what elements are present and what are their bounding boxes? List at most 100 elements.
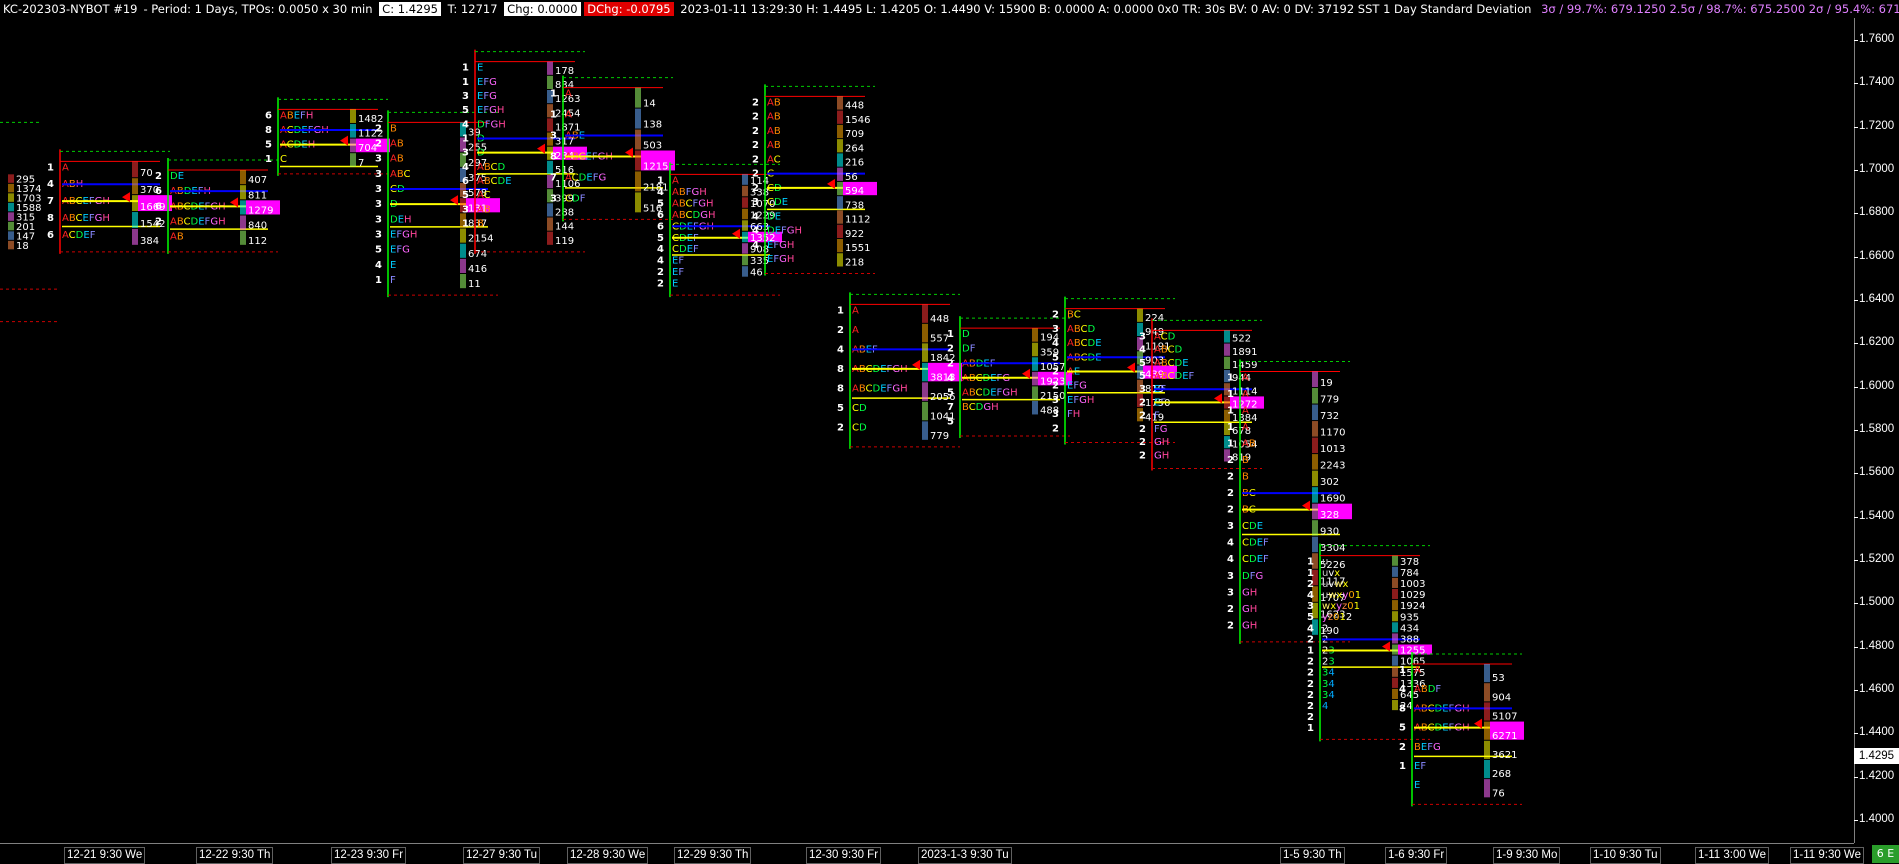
volume-box xyxy=(547,203,553,217)
price-tick: 1.7400 xyxy=(1853,76,1895,89)
tpo-letters: CD xyxy=(852,422,867,433)
session-profile[interactable]: 14786AABHABCEFGHABCEFGHACDEF703701669154… xyxy=(8,149,172,254)
tpo-letters: ABCDE xyxy=(477,176,512,187)
tpo-count: 2 xyxy=(947,344,954,355)
volume-box xyxy=(742,208,748,220)
tpo-count: 3 xyxy=(1052,409,1059,420)
tpo-count: 5 xyxy=(1307,612,1314,623)
tpo-count: 2 xyxy=(1052,381,1059,392)
tpo-letters: BCDGH xyxy=(962,402,999,413)
volume-box xyxy=(837,238,843,253)
volume-box xyxy=(350,109,356,123)
tpo-count: 2 xyxy=(752,140,759,151)
volume-label: 328 xyxy=(1320,510,1339,521)
session-date-label: 12-21 9:30 We xyxy=(64,847,146,864)
volume-box xyxy=(460,258,466,273)
tpo-letters: A xyxy=(565,110,572,121)
volume-box xyxy=(1312,421,1318,437)
volume-label: 14 xyxy=(643,99,656,110)
price-tick: 1.5800 xyxy=(1853,423,1895,435)
volume-label: 1551 xyxy=(845,243,870,254)
tpo-count: 1 xyxy=(1227,439,1234,450)
tpo-count: 5 xyxy=(837,403,844,414)
volume-label: 1891 xyxy=(1232,347,1257,358)
volume-box xyxy=(1392,633,1398,644)
volume-box xyxy=(837,253,843,267)
tpo-letters: ABC xyxy=(390,169,411,180)
volume-label: 112 xyxy=(248,236,267,247)
session-profile[interactable]: 1248852AAABEFABCDEFGHABCDEFGHCDCD4485571… xyxy=(837,292,962,449)
tpo-letters: uvx xyxy=(1322,568,1340,579)
session-date-label: 12-28 9:30 We xyxy=(567,847,649,864)
volume-box xyxy=(837,110,843,124)
volume-label: 922 xyxy=(845,229,864,240)
volume-box xyxy=(132,195,138,212)
tpo-count: 3 xyxy=(462,91,469,102)
volume-box xyxy=(837,139,843,153)
volume-label: 811 xyxy=(248,190,267,201)
volume-label: 1279 xyxy=(248,206,273,217)
tpo-count: 1 xyxy=(1227,406,1234,417)
tpo-count: 4 xyxy=(375,260,382,271)
tpo-count: 3 xyxy=(1139,384,1146,395)
tpo-count: 3 xyxy=(375,169,382,180)
volume-label: 76 xyxy=(1492,788,1505,799)
session-date-label: 1-11 3:00 We xyxy=(1695,847,1769,864)
volume-label: 2243 xyxy=(1320,461,1345,472)
volume-label: 1003 xyxy=(1400,579,1425,590)
price-tick: 1.5400 xyxy=(1853,509,1895,522)
tpo-count: 2 xyxy=(1307,701,1314,712)
tpo-letters: 34 xyxy=(1322,668,1335,679)
tpo-letters: GH xyxy=(1242,587,1257,598)
tpo-count: 3 xyxy=(375,214,382,225)
session-profile[interactable]: 2662DEABDEFHABCDEFGHABCDEFGHAB4078111279… xyxy=(155,158,280,254)
volume-box xyxy=(1032,342,1038,357)
tpo-letters: EF xyxy=(672,267,684,278)
tpo-count: 1 xyxy=(462,219,469,230)
tpo-count: 4 xyxy=(462,119,469,130)
session-profile[interactable]: 6851ABEFHACDEFGHACDEHC148211227047 xyxy=(265,97,390,176)
tpo-count: 2 xyxy=(752,112,759,123)
tpo-letters: uvwx xyxy=(1322,579,1348,590)
price-tick: 1.4200 xyxy=(1853,769,1895,782)
session-profile[interactable]: 148521AABDFABCDEFGHABCDEFGHBEFGEFE539045… xyxy=(1399,652,1524,807)
volume-label: 594 xyxy=(845,186,864,197)
session-profile[interactable]: 22222223444ABABABABACCCDCDEDEDEFGHEFGHEF… xyxy=(752,84,877,276)
tpo-letters: ABCDGH xyxy=(672,210,716,221)
tpo-count: 3 xyxy=(1052,324,1059,335)
price-axis[interactable]: 1.7600 1.7400 1.7200 1.7000 1.6800 1.6600 1.64… xyxy=(1853,18,1899,843)
tpo-count: 4 xyxy=(657,244,664,255)
tpo-letters: EFGH xyxy=(1067,395,1094,406)
volume-label: 56 xyxy=(845,172,858,183)
tpo-letters: B xyxy=(390,123,397,134)
tpo-count: 2 xyxy=(657,267,664,278)
session-date-label: 1-11 9:30 We xyxy=(1790,847,1864,864)
tpo-count: 1 xyxy=(462,134,469,145)
volume-label: 264 xyxy=(845,143,864,154)
tpo-letters: GH xyxy=(1154,437,1169,448)
volume-label: 384 xyxy=(140,236,159,247)
time-axis[interactable]: 12-21 9:30 We 12-22 9:30 Th 12-23 9:30 Fr 1… xyxy=(0,843,1864,864)
volume-label: 1029 xyxy=(1400,590,1425,601)
volume-box xyxy=(132,212,138,228)
volume-box xyxy=(635,87,641,108)
tpo-letters: B xyxy=(1242,472,1249,483)
tpo-count: 2 xyxy=(1307,690,1314,701)
corner-badge[interactable]: 6 E xyxy=(1872,845,1899,863)
tpo-chart-area[interactable]: 14786AABHABCEFGHABCEFGHACDEF703701669154… xyxy=(0,18,1854,843)
session-profile[interactable]: 1456654422AABFGHABCFGHABCDGHCDEFGHCDEFCD… xyxy=(657,162,782,298)
volume-box xyxy=(460,274,466,289)
volume-box xyxy=(1392,700,1398,711)
tpo-letters: ABCD xyxy=(1154,345,1183,356)
volume-box xyxy=(1312,536,1318,553)
tpo-count: 2 xyxy=(1227,488,1234,499)
volume-box xyxy=(1312,404,1318,421)
session-date-label: 12-30 9:30 Fr xyxy=(806,847,882,864)
tpo-count: 5 xyxy=(1399,723,1406,734)
tpo-count: 2 xyxy=(1227,604,1234,615)
volume-box xyxy=(837,224,843,238)
tpo-count: 2 xyxy=(1227,620,1234,631)
price-tick: 1.7600 xyxy=(1853,33,1895,45)
tpo-count: 3 xyxy=(375,199,382,210)
tpo-count: 3 xyxy=(550,131,557,142)
